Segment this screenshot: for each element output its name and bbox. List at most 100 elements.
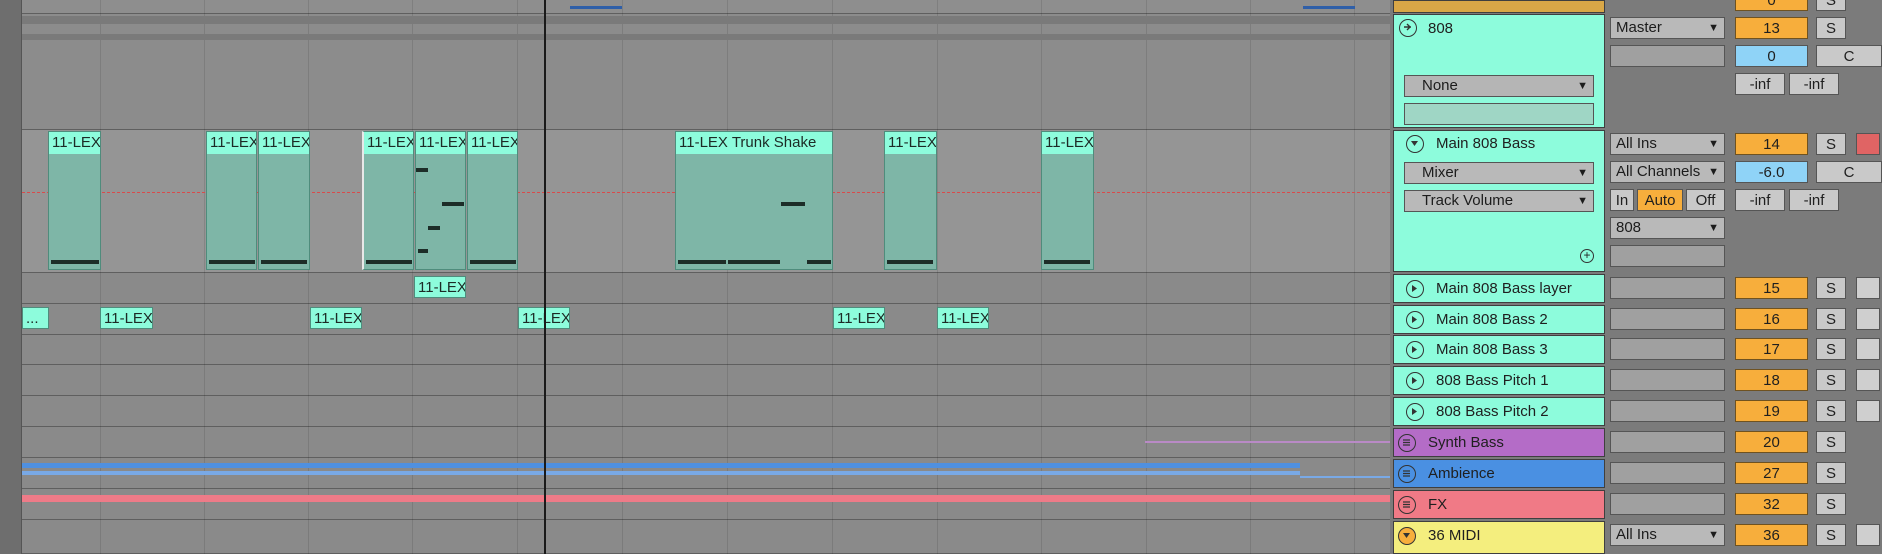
group-icon[interactable] [1398,434,1416,452]
track-number[interactable]: 16 [1735,308,1808,330]
routing-field[interactable] [1610,277,1725,299]
fold-icon[interactable] [1406,280,1424,298]
fold-icon[interactable] [1406,341,1424,359]
chain-field[interactable] [1404,103,1594,125]
solo-button[interactable]: S [1816,493,1846,515]
playhead[interactable] [544,0,546,554]
solo-button[interactable]: S [1816,431,1846,453]
chain-select-dropdown[interactable]: None ▼ [1404,75,1594,97]
solo-button[interactable]: S [1816,369,1846,391]
routing-field[interactable] [1610,493,1725,515]
pan-field-808[interactable]: C [1816,45,1882,67]
solo-button[interactable]: S [1816,400,1846,422]
device-chooser[interactable]: Mixer ▼ [1404,162,1594,184]
record-arm-icon[interactable] [1856,277,1880,299]
record-arm-icon[interactable] [1856,133,1880,155]
group-icon[interactable] [1399,19,1417,37]
monitor-off-button[interactable]: Off [1686,189,1725,211]
add-device-icon[interactable]: + [1580,249,1594,263]
routing-field[interactable] [1610,400,1725,422]
clip[interactable]: 11-LEX [100,307,153,329]
record-arm-icon[interactable] [1856,524,1880,546]
routing-field[interactable] [1610,462,1725,484]
solo-button-808[interactable]: S [1816,17,1846,39]
monitor-in-button[interactable]: In [1610,189,1634,211]
track-number[interactable]: 20 [1735,431,1808,453]
fold-icon[interactable] [1406,372,1424,390]
volume-field-main-808-bass[interactable]: -6.0 [1735,161,1808,183]
percussion-clip-mark [570,6,622,9]
clip[interactable]: 11-LEX [206,131,257,270]
fold-icon[interactable] [1398,527,1416,545]
track-808-bass-pitch-1[interactable]: 808 Bass Pitch 1 [1393,366,1605,395]
clip[interactable]: 11-LEX [937,307,989,329]
track-36-midi[interactable]: 36 MIDI [1393,521,1605,554]
monitor-auto-button[interactable]: Auto [1637,189,1683,211]
input-channel-dropdown[interactable]: All Channels ▼ [1610,161,1725,183]
midi-from-dropdown[interactable]: All Ins ▼ [1610,524,1725,546]
track-number[interactable]: 15 [1735,277,1808,299]
clip[interactable]: 11-LEX Trunk Shake [675,131,833,270]
clip[interactable]: 11-LEX [310,307,362,329]
track-main-808-bass-2[interactable]: Main 808 Bass 2 [1393,305,1605,334]
record-arm-icon[interactable] [1856,338,1880,360]
fold-icon[interactable] [1406,403,1424,421]
pan-field-main-808-bass[interactable]: C [1816,161,1882,183]
audio-to-dropdown[interactable]: Master ▼ [1610,17,1725,39]
solo-button[interactable]: S [1816,524,1846,546]
clip[interactable]: 11-LEX [1041,131,1094,270]
track-number[interactable]: 36 [1735,524,1808,546]
solo-button[interactable]: S [1816,338,1846,360]
clip[interactable]: 11-LEX [48,131,101,270]
routing-field[interactable] [1610,369,1725,391]
clip[interactable]: 11-LEX [414,276,466,298]
track-number[interactable]: 19 [1735,400,1808,422]
track-main-808-bass[interactable]: Main 808 Bass Mixer ▼ Track Volume ▼ + [1393,130,1605,272]
volume-field-808[interactable]: 0 [1735,45,1808,67]
routing-field[interactable] [1610,431,1725,453]
parameter-chooser[interactable]: Track Volume ▼ [1404,190,1594,212]
record-arm-icon[interactable] [1856,369,1880,391]
ambience-clip-bar [1300,476,1390,478]
track-number[interactable]: 18 [1735,369,1808,391]
midi-to-dropdown[interactable]: 808 ▼ [1610,217,1725,239]
solo-button-main-808-bass[interactable]: S [1816,133,1846,155]
midi-to-channel[interactable] [1610,245,1725,267]
track-main-808-bass-3[interactable]: Main 808 Bass 3 [1393,335,1605,364]
track-percussion[interactable] [1393,0,1605,13]
track-number-main-808-bass[interactable]: 14 [1735,133,1808,155]
solo-button[interactable]: S [1816,308,1846,330]
solo-button[interactable]: S [1816,462,1846,484]
solo-button[interactable]: S [1816,277,1846,299]
fold-icon[interactable] [1406,135,1424,153]
track-number[interactable]: 32 [1735,493,1808,515]
track-number-808[interactable]: 13 [1735,17,1808,39]
fold-icon[interactable] [1406,311,1424,329]
clip[interactable]: 11-LEX [833,307,885,329]
track-number[interactable]: 17 [1735,338,1808,360]
routing-field[interactable] [1610,308,1725,330]
track-fx[interactable]: FX [1393,490,1605,519]
track-main-808-bass-layer[interactable]: Main 808 Bass layer [1393,274,1605,303]
track-ambience[interactable]: Ambience [1393,459,1605,488]
clip[interactable]: 11-LEX [362,131,414,270]
track-808[interactable]: 808 None ▼ [1393,14,1605,128]
track-number[interactable]: 27 [1735,462,1808,484]
routing-field[interactable] [1610,338,1725,360]
routing-sub-field[interactable] [1610,45,1725,67]
group-icon[interactable] [1398,465,1416,483]
midi-from-dropdown[interactable]: All Ins ▼ [1610,133,1725,155]
track-number-percussion[interactable]: 0 [1735,0,1808,11]
clip[interactable]: 11-LEX [415,131,466,270]
arrangement-view[interactable]: 11-LEX 11-LEX 11-LEX 11-LEX 11-LEX 11-LE… [0,0,1390,554]
clip[interactable]: ... [22,307,49,329]
track-synth-bass[interactable]: Synth Bass [1393,428,1605,457]
record-arm-icon[interactable] [1856,400,1880,422]
record-arm-icon[interactable] [1856,308,1880,330]
clip[interactable]: 11-LEX [884,131,937,270]
clip[interactable]: 11-LEX [467,131,518,270]
track-808-bass-pitch-2[interactable]: 808 Bass Pitch 2 [1393,397,1605,426]
group-icon[interactable] [1398,496,1416,514]
clip[interactable]: 11-LEX [258,131,310,270]
solo-button-percussion[interactable]: S [1816,0,1846,11]
